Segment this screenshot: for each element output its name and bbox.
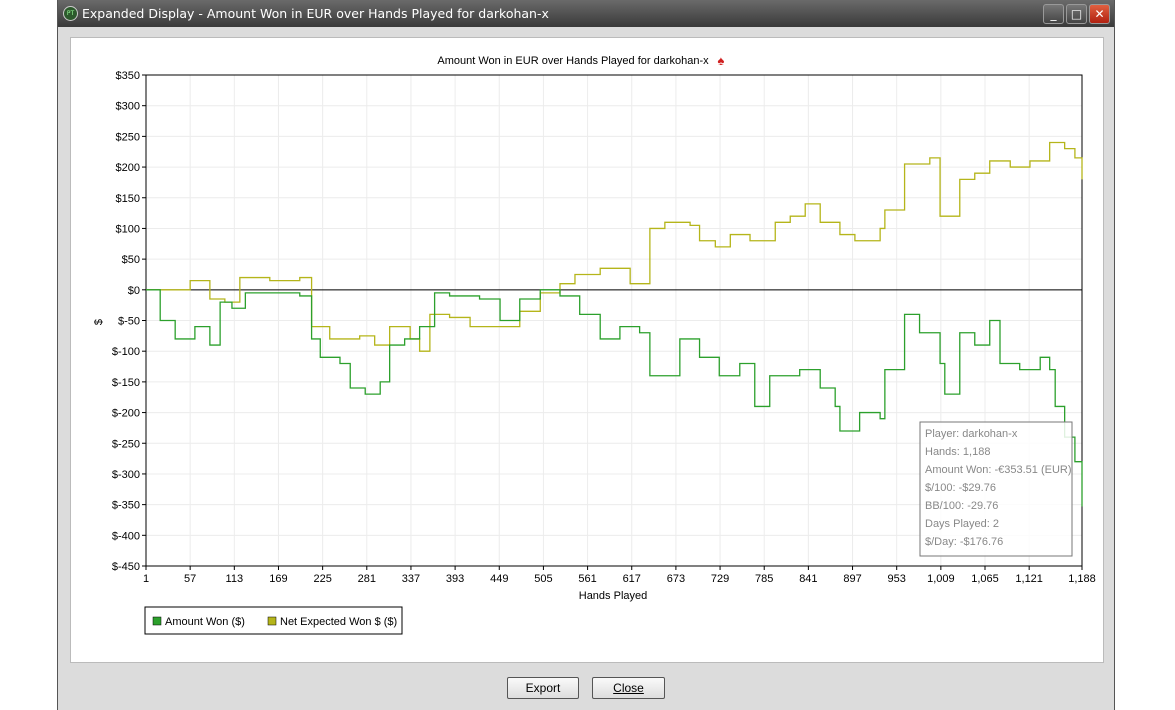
y-tick-label: $-200 bbox=[112, 408, 140, 420]
tooltip-line: BB/100: -29.76 bbox=[925, 500, 998, 512]
tooltip-line: Hands: 1,188 bbox=[925, 446, 990, 458]
y-tick-label: $350 bbox=[116, 70, 140, 82]
x-tick-label: 281 bbox=[358, 573, 376, 585]
y-tick-label: $100 bbox=[116, 223, 140, 235]
tooltip-line: Days Played: 2 bbox=[925, 518, 999, 530]
legend-amount-won: Amount Won ($) bbox=[165, 616, 245, 628]
legend-net-expected: Net Expected Won $ ($) bbox=[280, 616, 397, 628]
tooltip: Player: darkohan-x Hands: 1,188 Amount Won… bbox=[919, 421, 1073, 557]
x-tick-label: 1,009 bbox=[927, 573, 955, 585]
x-tick-label: 449 bbox=[490, 573, 508, 585]
y-tick-label: $200 bbox=[116, 162, 140, 174]
tooltip-line: Player: darkohan-x bbox=[925, 428, 1018, 440]
tooltip-line: $/Day: -$176.76 bbox=[925, 536, 1003, 548]
chart-title: Amount Won in EUR over Hands Played for … bbox=[437, 55, 709, 67]
y-tick-label: $-450 bbox=[112, 561, 140, 573]
x-tick-label: 57 bbox=[184, 573, 196, 585]
x-tick-label: 1 bbox=[143, 573, 149, 585]
y-tick-label: $0 bbox=[128, 285, 140, 297]
x-tick-label: 169 bbox=[269, 573, 287, 585]
y-tick-label: $-150 bbox=[112, 377, 140, 389]
y-axis-label: $ bbox=[93, 319, 105, 325]
x-tick-label: 1,188 bbox=[1068, 573, 1096, 585]
y-tick-label: $-50 bbox=[118, 316, 140, 328]
tooltip-line: Amount Won: -€353.51 (EUR) bbox=[925, 464, 1072, 476]
chart: POKER TRACKER 3 $350$300$250$200$150$100… bbox=[93, 53, 1096, 635]
x-tick-label: 1,121 bbox=[1015, 573, 1043, 585]
tooltip-line: $/100: -$29.76 bbox=[925, 482, 996, 494]
x-tick-label: 953 bbox=[888, 573, 906, 585]
x-axis-label: Hands Played bbox=[579, 590, 648, 602]
x-tick-label: 1,065 bbox=[971, 573, 999, 585]
x-tick-label: 729 bbox=[711, 573, 729, 585]
x-tick-label: 561 bbox=[578, 573, 596, 585]
x-tick-label: 113 bbox=[226, 573, 244, 585]
y-tick-label: $-250 bbox=[112, 438, 140, 450]
x-tick-label: 393 bbox=[446, 573, 464, 585]
x-tick-label: 841 bbox=[799, 573, 817, 585]
y-tick-label: $300 bbox=[116, 101, 140, 113]
y-tick-label: $-100 bbox=[112, 346, 140, 358]
y-tick-label: $-350 bbox=[112, 500, 140, 512]
y-tick-label: $250 bbox=[116, 131, 140, 143]
legend-swatch-expected bbox=[267, 616, 277, 626]
y-tick-label: $-300 bbox=[112, 469, 140, 481]
x-tick-label: 673 bbox=[667, 573, 685, 585]
legend: Amount Won ($) Net Expected Won $ ($) bbox=[144, 606, 403, 635]
x-tick-label: 225 bbox=[313, 573, 331, 585]
x-tick-label: 505 bbox=[534, 573, 552, 585]
legend-swatch-amount bbox=[152, 616, 162, 626]
spade-icon: ♠ bbox=[718, 53, 725, 68]
y-tick-label: $-400 bbox=[112, 530, 140, 542]
x-tick-label: 785 bbox=[755, 573, 773, 585]
x-tick-label: 337 bbox=[402, 573, 420, 585]
x-tick-label: 897 bbox=[843, 573, 861, 585]
x-tick-label: 617 bbox=[623, 573, 641, 585]
y-tick-label: $150 bbox=[116, 193, 140, 205]
y-tick-label: $50 bbox=[122, 254, 140, 266]
